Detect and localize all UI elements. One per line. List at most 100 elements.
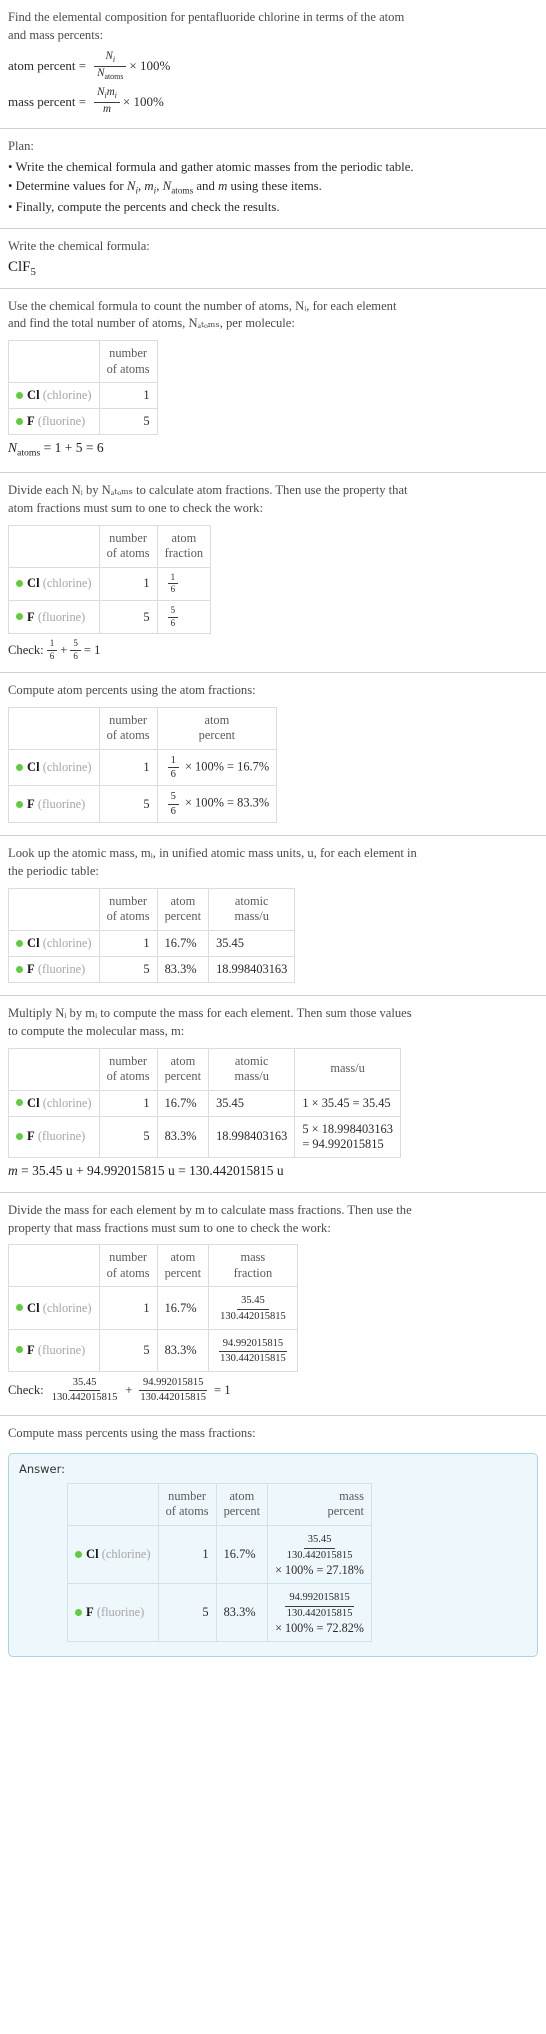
row-element-cell: Cl (chlorine) [8, 748, 100, 787]
plan-section: Plan: • Write the chemical formula and g… [0, 129, 546, 228]
row-mass-fraction: 35.45 130.442015815 [208, 1286, 298, 1330]
atom-percent-formula: atom percent = Ni Natoms × 100% [8, 50, 538, 82]
row-element-cell: F (fluorine) [8, 1115, 100, 1158]
fraction-denominator: 6 [170, 805, 176, 817]
row-atom-count: 5 [98, 599, 158, 635]
header-line1: atomic [234, 1053, 269, 1068]
mass-percent-numerator: Nimi [94, 86, 120, 104]
row-atom-count: 5 [98, 785, 158, 824]
atom-fraction-instruction-line2: atom fractions must sum to one to check … [8, 500, 263, 515]
plan-item-1: • Write the chemical formula and gather … [8, 159, 414, 174]
element-symbol: F [86, 1605, 94, 1620]
element-name: (chlorine) [42, 388, 92, 403]
element-color-dot-icon [75, 1550, 82, 1558]
header-element [67, 1482, 159, 1526]
chemical-formula-value: ClF5 [8, 259, 538, 278]
element-symbol: Cl [27, 1095, 40, 1110]
mass-fraction-table: number of atoms atom percent mass fracti… [8, 1244, 298, 1372]
atom-fraction-instruction: Divide each Nᵢ by Nₐₜₒₘₛ to calculate at… [8, 482, 538, 518]
problem-statement-section: Find the elemental composition for penta… [0, 0, 546, 128]
atom-count-instruction-line2: and find the total number of atoms, Nₐₜₒ… [8, 316, 295, 331]
row-mass-percent: 35.45 130.442015815 × 100% = 27.18% [267, 1524, 372, 1585]
header-element [8, 1244, 100, 1288]
row-atom-count: 1 [98, 1089, 158, 1117]
plan-item-2-prefix: • Determine values for [8, 179, 127, 194]
formula-base: ClF [8, 258, 31, 275]
header-mass-u: mass/u [294, 1047, 401, 1091]
atom-count-section: Use the chemical formula to count the nu… [0, 289, 546, 472]
table-header-row: number of atoms atom fraction [8, 524, 212, 568]
table-header-row: number of atoms atom percent atomic mass… [8, 1047, 401, 1091]
fraction-denominator: 6 [170, 617, 176, 628]
header-atomic-mass: atomic mass/u [208, 1047, 296, 1091]
fraction-value: 1 6 [167, 755, 179, 781]
header-number-of-atoms: number of atoms [98, 340, 158, 384]
check-plus: + [125, 1383, 133, 1398]
fraction-numerator: 5 [70, 638, 81, 651]
fraction-denominator: 6 [49, 651, 55, 661]
atomic-mass-table: number of atoms atom percent atomic mass… [8, 887, 296, 983]
row-element-cell: F (fluorine) [8, 1328, 100, 1372]
chemical-formula-instruction: Write the chemical formula: [8, 238, 150, 253]
check-equals: = 1 [83, 643, 101, 657]
check-fraction-2: 94.992015815 130.442015815 [136, 1377, 210, 1405]
fraction-value: 5 6 [167, 791, 179, 817]
table-header-row: number of atoms atom percent mass percen… [67, 1482, 372, 1526]
mass-percent-table: number of atoms atom percent mass percen… [67, 1482, 372, 1643]
header-line2: of atoms [165, 1504, 209, 1519]
header-line1: atomic [234, 893, 269, 908]
header-line2: of atoms [106, 361, 150, 376]
row-mass-percent: 94.992015815 130.442015815 × 100% = 72.8… [267, 1583, 372, 1643]
mass-fraction-section: Divide the mass for each element by m to… [0, 1193, 546, 1415]
fraction-numerator: 1 [46, 638, 58, 651]
atom-percent-section: Compute atom percents using the atom fra… [0, 673, 546, 835]
header-line2: percent [164, 909, 202, 924]
row-atom-count: 5 [157, 1583, 217, 1643]
table-row: Cl (chlorine) 1 16.7% 35.45 130.44201581… [8, 1286, 298, 1330]
answer-box: Answer: number of atoms atom percent mas… [8, 1452, 538, 1658]
mass-percent-formula: mass percent = Nimi m × 100% [8, 86, 538, 116]
header-line1: atom [170, 893, 196, 908]
row-element-cell: F (fluorine) [8, 599, 100, 635]
table-row: Cl (chlorine) 1 [8, 382, 158, 410]
header-line2: percent [223, 1504, 261, 1519]
formula-subscript: 5 [30, 265, 36, 278]
plan-items: • Write the chemical formula and gather … [8, 158, 538, 218]
element-color-dot-icon [16, 763, 23, 771]
mass-expression-line1: 1 × 35.45 = 35.45 [302, 1095, 391, 1110]
atom-percent-instruction: Compute atom percents using the atom fra… [8, 682, 256, 697]
mass-fraction-check: Check: 35.45 130.442015815 + 94.99201581… [8, 1377, 538, 1405]
table-row: Cl (chlorine) 1 16.7% 35.45 130.44201581… [67, 1524, 372, 1585]
element-color-dot-icon [16, 800, 23, 808]
header-element [8, 1047, 100, 1091]
element-symbol: Cl [27, 388, 40, 403]
row-atom-count: 1 [98, 382, 158, 410]
header-line2: fraction [164, 546, 204, 561]
header-number-of-atoms: number of atoms [98, 887, 158, 931]
header-line2: of atoms [106, 1069, 150, 1084]
fraction-numerator: 5 [167, 605, 179, 618]
header-element [8, 524, 100, 568]
atom-count-instruction-line1: Use the chemical formula to count the nu… [8, 298, 397, 313]
table-row: F (fluorine) 5 [8, 408, 158, 436]
row-mass-fraction: 94.992015815 130.442015815 [208, 1328, 298, 1372]
molecular-mass-instruction-line1: Multiply Nᵢ by mᵢ to compute the mass fo… [8, 1005, 412, 1020]
atom-count-instruction: Use the chemical formula to count the nu… [8, 298, 538, 334]
header-element [8, 706, 100, 750]
header-atomic-mass: atomic mass/u [208, 887, 296, 931]
row-atomic-mass: 18.998403163 [208, 955, 296, 983]
solution-page: Find the elemental composition for penta… [0, 0, 546, 1658]
table-row: F (fluorine) 5 83.3% 18.998403163 [8, 955, 296, 983]
mass-fraction-value: 35.45 130.442015815 [216, 1295, 290, 1323]
element-name: (fluorine) [37, 796, 86, 811]
row-atom-count: 1 [98, 929, 158, 957]
element-color-dot-icon [16, 1346, 23, 1354]
row-atom-percent: 16.7% [156, 1089, 210, 1117]
chemical-formula-section: Write the chemical formula: ClF5 [0, 229, 546, 288]
header-line2: percent [327, 1504, 364, 1519]
header-line1: number [109, 712, 147, 727]
element-symbol: Cl [86, 1547, 99, 1562]
element-symbol: Cl [27, 1300, 40, 1315]
element-symbol: F [27, 1342, 35, 1357]
fraction-denominator: 6 [170, 584, 176, 595]
